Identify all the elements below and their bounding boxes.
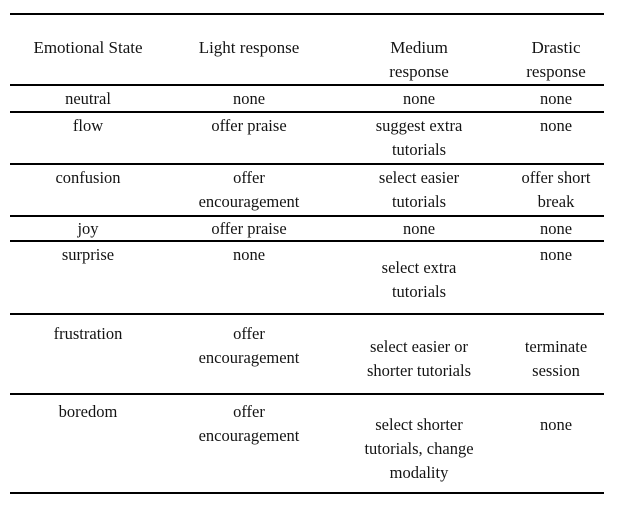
table-rule-row-surprise-bottom [10, 313, 604, 315]
column-header-drastic-response: Drastic response [526, 38, 586, 81]
table-rule-header-bottom [10, 84, 604, 86]
cell-neutral-drastic: none [539, 89, 573, 108]
cell-boredom-state: boredom [58, 402, 118, 421]
cell-frustration-state: frustration [53, 324, 123, 343]
cell-surprise-drastic: none [539, 245, 573, 264]
cell-joy-light: offer praise [211, 219, 287, 238]
response-strategy-table: Emotional State Light response Medium re… [0, 0, 627, 507]
cell-joy-drastic: none [539, 219, 573, 238]
cell-surprise-light: none [232, 245, 266, 264]
cell-flow-medium: suggest extra tutorials [375, 116, 463, 159]
cell-flow-light: offer praise [211, 116, 287, 135]
cell-neutral-light: none [232, 89, 266, 108]
cell-joy-state: joy [77, 219, 99, 238]
cell-boredom-drastic: none [539, 415, 573, 434]
table-rule-row-neutral-bottom [10, 111, 604, 113]
cell-confusion-state: confusion [55, 168, 121, 187]
cell-frustration-medium: select easier or shorter tutorials [366, 337, 472, 380]
cell-joy-medium: none [402, 219, 436, 238]
cell-confusion-drastic: offer short break [521, 168, 591, 211]
column-header-light-response: Light response [198, 38, 300, 57]
cell-surprise-medium: select extra tutorials [381, 258, 457, 301]
table-rule-bottom [10, 492, 604, 494]
cell-frustration-drastic: terminate session [524, 337, 588, 380]
cell-confusion-medium: select easier tutorials [378, 168, 460, 211]
table-rule-row-flow-bottom [10, 163, 604, 165]
cell-boredom-light: offer encouragement [198, 402, 300, 445]
cell-surprise-state: surprise [61, 245, 115, 264]
cell-neutral-medium: none [402, 89, 436, 108]
table-rule-top [10, 13, 604, 15]
table-rule-row-frustration-bottom [10, 393, 604, 395]
column-header-medium-response: Medium response [389, 38, 449, 81]
cell-boredom-medium: select shorter tutorials, change modalit… [364, 415, 474, 482]
cell-flow-drastic: none [539, 116, 573, 135]
cell-confusion-light: offer encouragement [198, 168, 300, 211]
column-header-emotional-state: Emotional State [33, 38, 143, 57]
cell-frustration-light: offer encouragement [198, 324, 300, 367]
cell-neutral-state: neutral [65, 89, 111, 108]
cell-flow-state: flow [72, 116, 104, 135]
